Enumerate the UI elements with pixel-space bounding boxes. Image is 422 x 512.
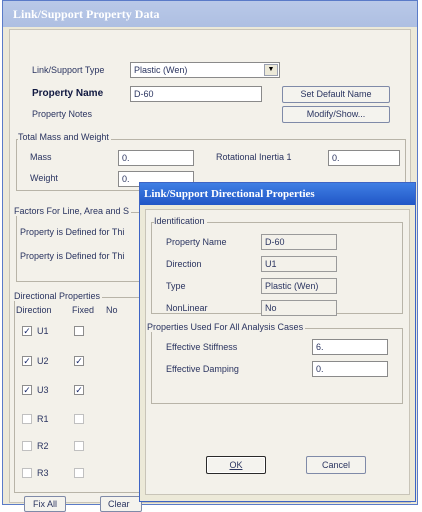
fixed-checkbox-u2[interactable]: ✓	[74, 356, 84, 366]
effective-damping-field[interactable]: 0.	[312, 361, 388, 377]
mass-field[interactable]: 0.	[118, 150, 194, 166]
sub-nonlinear-label: NonLinear	[166, 303, 208, 313]
clear-all-button[interactable]: Clear	[100, 496, 142, 512]
sub-property-name-label: Property Name	[166, 237, 227, 247]
fixed-column-header: Fixed	[72, 305, 95, 315]
cancel-button[interactable]: Cancel	[306, 456, 366, 474]
factors-group	[16, 212, 146, 282]
fixed-checkbox-r1[interactable]	[74, 414, 84, 424]
effective-stiffness-label: Effective Stiffness	[166, 342, 238, 352]
direction-label-u1: U1	[37, 326, 49, 336]
direction-label-r1: R1	[37, 414, 49, 424]
property-name-field[interactable]: D-60	[130, 86, 262, 102]
direction-checkbox-u3[interactable]: ✓	[22, 385, 32, 395]
sub-type-field: Plastic (Wen)	[261, 278, 337, 294]
ok-button[interactable]: OK	[206, 456, 266, 474]
direction-label-r3: R3	[37, 468, 49, 478]
identification-group-label: Identification	[154, 216, 207, 226]
analysis-cases-group-label: Properties Used For All Analysis Cases	[147, 322, 306, 332]
rotational-inertia-field[interactable]: 0.	[328, 150, 400, 166]
fixed-checkbox-r3[interactable]	[74, 468, 84, 478]
direction-column-header: Direction	[16, 305, 52, 315]
factors-group-label: Factors For Line, Area and S	[14, 206, 132, 216]
direction-checkbox-r1[interactable]	[22, 414, 32, 424]
mass-label: Mass	[30, 152, 52, 162]
sub-dialog-body: Identification Property Name D-60 Direct…	[145, 209, 410, 495]
link-support-type-label: Link/Support Type	[32, 65, 105, 75]
fixed-checkbox-u1[interactable]	[74, 326, 84, 336]
set-default-name-button[interactable]: Set Default Name	[282, 86, 390, 103]
fixed-checkbox-u3[interactable]: ✓	[74, 385, 84, 395]
property-name-label: Property Name	[32, 88, 104, 99]
weight-label: Weight	[30, 173, 58, 183]
direction-checkbox-r3[interactable]	[22, 468, 32, 478]
effective-damping-label: Effective Damping	[166, 364, 239, 374]
property-defined-label-1: Property is Defined for Thi	[20, 227, 125, 237]
directional-properties-dialog: Link/Support Directional Properties Iden…	[139, 182, 416, 502]
sub-type-label: Type	[166, 281, 186, 291]
link-support-type-dropdown[interactable]: Plastic (Wen) ▼	[130, 62, 280, 78]
sub-property-name-field: D-60	[261, 234, 337, 250]
chevron-down-icon[interactable]: ▼	[264, 64, 278, 76]
direction-checkbox-r2[interactable]	[22, 441, 32, 451]
sub-nonlinear-field: No	[261, 300, 337, 316]
rotational-inertia-label: Rotational Inertia 1	[216, 152, 292, 162]
sub-direction-label: Direction	[166, 259, 202, 269]
sub-dialog-title: Link/Support Directional Properties	[140, 183, 415, 205]
mass-weight-group-label: Total Mass and Weight	[18, 132, 111, 142]
direction-checkbox-u2[interactable]: ✓	[22, 356, 32, 366]
directional-properties-label: Directional Properties	[14, 291, 103, 301]
nonlinear-column-header: No	[106, 305, 118, 315]
property-notes-label: Property Notes	[32, 109, 93, 119]
effective-stiffness-field[interactable]: 6.	[312, 339, 388, 355]
direction-checkbox-u1[interactable]: ✓	[22, 326, 32, 336]
property-defined-label-2: Property is Defined for Thi	[20, 251, 125, 261]
fix-all-button[interactable]: Fix All	[24, 496, 66, 512]
link-support-type-value: Plastic (Wen)	[134, 65, 188, 75]
direction-label-u3: U3	[37, 385, 49, 395]
modify-show-button[interactable]: Modify/Show...	[282, 106, 390, 123]
sub-direction-field: U1	[261, 256, 337, 272]
direction-label-u2: U2	[37, 356, 49, 366]
main-dialog-title: Link/Support Property Data	[3, 1, 417, 27]
fixed-checkbox-r2[interactable]	[74, 441, 84, 451]
direction-label-r2: R2	[37, 441, 49, 451]
